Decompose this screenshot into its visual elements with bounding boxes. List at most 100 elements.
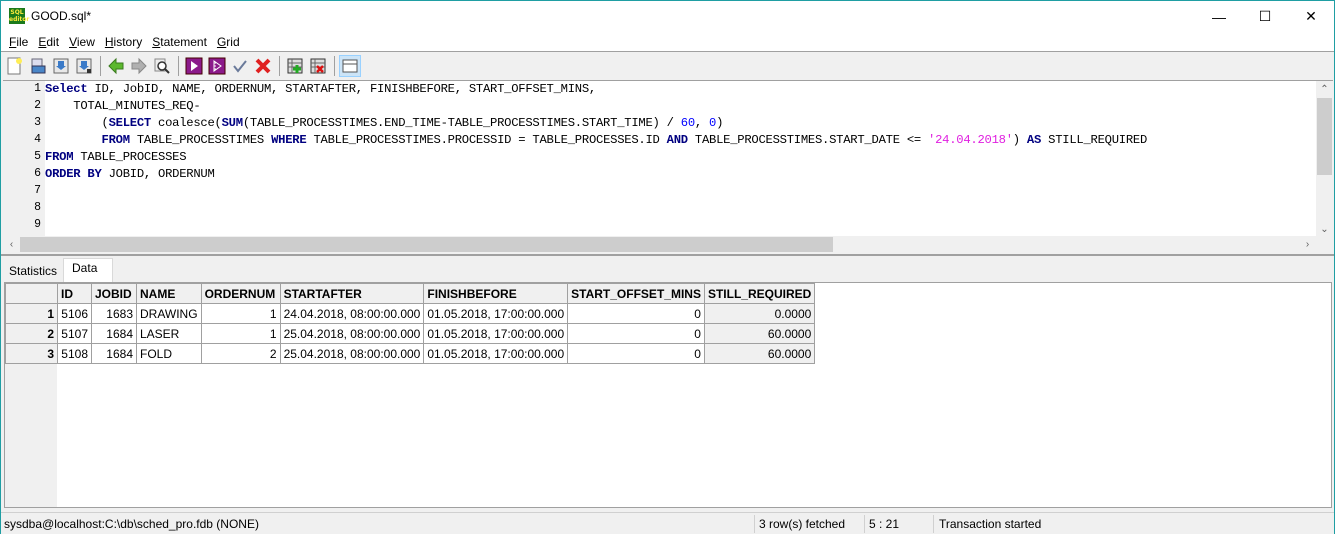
column-header-jobid[interactable]: JOBID	[91, 283, 137, 304]
row-number[interactable]: 2	[5, 323, 58, 344]
save-as-icon	[76, 58, 92, 74]
sql-code-area[interactable]: Select ID, JobID, NAME, ORDERNUM, STARTA…	[45, 81, 1316, 238]
cell-finishbefore[interactable]: 01.05.2018, 17:00:00.000	[423, 323, 569, 344]
cell-name[interactable]: DRAWING	[136, 303, 202, 324]
sql-text: coalesce(	[150, 116, 222, 130]
cell-start-offset-mins[interactable]: 0	[567, 323, 705, 344]
data-grid[interactable]: ID JOBID NAME ORDERNUM STARTAFTER FINISHBEFOR…	[4, 282, 1332, 508]
status-separator	[864, 515, 865, 533]
history-forward-button[interactable]	[128, 55, 150, 77]
header-row: ID JOBID NAME ORDERNUM STARTAFTER FINISHBEFOR…	[5, 283, 816, 304]
menu-label: rid	[226, 34, 240, 49]
cell-ordernum[interactable]: 1	[200, 323, 281, 344]
cell-start-offset-mins[interactable]: 0	[567, 303, 705, 324]
horizontal-scroll-thumb[interactable]	[20, 237, 833, 252]
sql-keyword: WHERE	[271, 133, 307, 147]
tab-statistics[interactable]: Statistics	[3, 260, 63, 282]
cell-id[interactable]: 5106	[57, 303, 92, 324]
vertical-scrollbar[interactable]: ⌃ ⌄	[1316, 81, 1333, 238]
row-number[interactable]: 1	[5, 303, 58, 324]
cell-name[interactable]: LASER	[136, 323, 202, 344]
cell-jobid[interactable]: 1683	[91, 303, 137, 324]
column-header-name[interactable]: NAME	[136, 283, 202, 304]
sql-editor-app-icon: SQL editor	[9, 8, 30, 24]
column-header-id[interactable]: ID	[57, 283, 92, 304]
minimize-button[interactable]: —	[1196, 1, 1242, 32]
execute-button[interactable]	[183, 55, 205, 77]
toggle-layout-button[interactable]	[339, 55, 361, 77]
table-row[interactable]: 2 5107 1684 LASER 1 25.04.2018, 08:00:00.000 0…	[5, 323, 816, 344]
cell-ordernum[interactable]: 2	[200, 343, 281, 364]
table-row[interactable]: 1 5106 1683 DRAWING 1 24.04.2018, 08:00:00.00…	[5, 303, 816, 324]
cell-still-required[interactable]: 60.0000	[703, 343, 816, 364]
cell-startafter[interactable]: 25.04.2018, 08:00:00.000	[279, 323, 425, 344]
cell-id[interactable]: 5108	[57, 343, 92, 364]
save-as-button[interactable]	[73, 55, 95, 77]
menu-history[interactable]: History	[100, 35, 147, 49]
rollback-button[interactable]	[252, 55, 274, 77]
cell-start-offset-mins[interactable]: 0	[567, 343, 705, 364]
column-header-finishbefore[interactable]: FINISHBEFORE	[423, 283, 569, 304]
minimize-icon: —	[1212, 8, 1226, 25]
vertical-scroll-thumb[interactable]	[1317, 98, 1332, 175]
cell-still-required[interactable]: 60.0000	[703, 323, 816, 344]
red-x-icon	[255, 58, 271, 74]
sql-text: )	[1012, 133, 1027, 147]
column-header-start-offset-mins[interactable]: START_OFFSET_MINS	[567, 283, 705, 304]
menu-file[interactable]: File	[4, 35, 33, 49]
cell-id[interactable]: 5107	[57, 323, 92, 344]
cell-ordernum[interactable]: 1	[200, 303, 281, 324]
horizontal-scrollbar[interactable]: ‹ ›	[3, 236, 1333, 253]
menu-statement[interactable]: Statement	[147, 35, 212, 49]
table-row[interactable]: 3 5108 1684 FOLD 2 25.04.2018, 08:00:00.000 01…	[5, 343, 816, 364]
line-number-gutter: 1 2 3 4 5 6 7 8 9	[3, 81, 45, 238]
save-file-button[interactable]	[50, 55, 72, 77]
execute-step-button[interactable]	[206, 55, 228, 77]
window-title: GOOD.sql*	[31, 9, 92, 23]
cell-startafter[interactable]: 25.04.2018, 08:00:00.000	[279, 343, 425, 364]
cell-name[interactable]: FOLD	[136, 343, 202, 364]
scroll-right-icon[interactable]: ›	[1299, 236, 1316, 253]
sql-text: STILL_REQUIRED	[1041, 133, 1148, 147]
menu-grid[interactable]: Grid	[212, 35, 245, 49]
grid-delete-row-button[interactable]	[307, 55, 329, 77]
sql-text: (	[45, 116, 109, 130]
line-number: 1	[34, 82, 41, 95]
menu-label: ile	[16, 34, 29, 49]
menu-mnemonic: G	[216, 34, 227, 49]
grid-add-row-button[interactable]	[284, 55, 306, 77]
sql-text: TOTAL_MINUTES_REQ-	[45, 99, 201, 113]
toolbar-separator	[100, 56, 101, 76]
maximize-icon: ☐	[1258, 8, 1272, 24]
grid-delete-icon	[310, 58, 326, 74]
history-back-button[interactable]	[105, 55, 127, 77]
scroll-left-icon[interactable]: ‹	[3, 236, 20, 253]
menu-edit[interactable]: Edit	[33, 35, 64, 49]
play-icon	[185, 57, 203, 75]
find-button[interactable]	[151, 55, 173, 77]
scroll-up-icon[interactable]: ⌃	[1316, 81, 1333, 98]
sql-editor[interactable]: 1 2 3 4 5 6 7 8 9 Select ID, JobID, NAME, ORDERN…	[3, 80, 1333, 238]
cell-jobid[interactable]: 1684	[91, 323, 137, 344]
new-file-button[interactable]	[4, 55, 26, 77]
cell-finishbefore[interactable]: 01.05.2018, 17:00:00.000	[423, 343, 569, 364]
column-header-startafter[interactable]: STARTAFTER	[279, 283, 425, 304]
sql-text: ,	[694, 116, 710, 130]
cell-finishbefore[interactable]: 01.05.2018, 17:00:00.000	[423, 303, 569, 324]
row-number[interactable]: 3	[5, 343, 58, 364]
cell-jobid[interactable]: 1684	[91, 343, 137, 364]
open-file-button[interactable]	[27, 55, 49, 77]
column-header-ordernum[interactable]: ORDERNUM	[200, 283, 281, 304]
line-number: 3	[34, 116, 41, 129]
maximize-button[interactable]: ☐	[1242, 1, 1288, 32]
pane-splitter[interactable]	[1, 254, 1334, 256]
tab-data[interactable]: Data	[63, 258, 114, 282]
sql-keyword: SUM	[221, 116, 243, 130]
commit-button[interactable]	[229, 55, 251, 77]
menu-view[interactable]: View	[64, 35, 100, 49]
column-header-still-required[interactable]: STILL_REQUIRED	[703, 283, 816, 304]
close-button[interactable]: ✕	[1288, 1, 1334, 32]
cell-still-required[interactable]: 0.0000	[703, 303, 816, 324]
menu-mnemonic: H	[104, 34, 114, 49]
cell-startafter[interactable]: 24.04.2018, 08:00:00.000	[279, 303, 425, 324]
